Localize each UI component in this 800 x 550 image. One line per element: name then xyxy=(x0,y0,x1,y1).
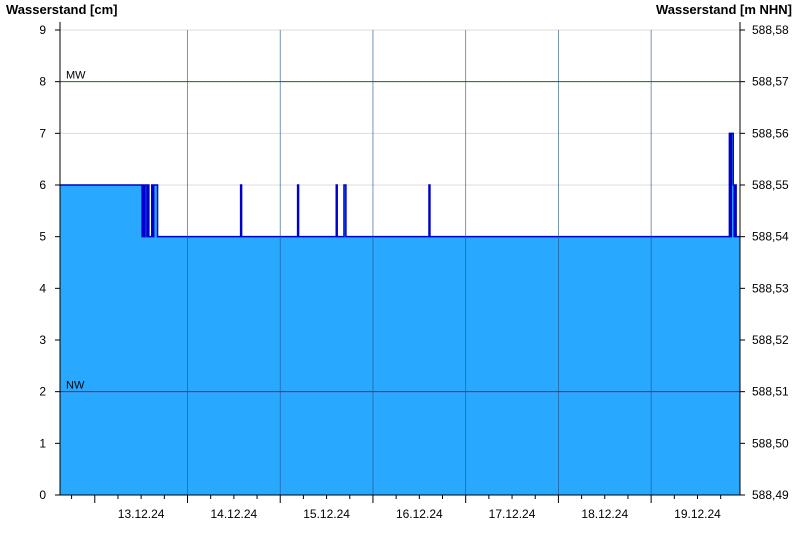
y-right-tick-label: 588,54 xyxy=(752,230,789,244)
y-left-tick-label: 6 xyxy=(39,178,46,192)
x-tick-label: 13.12.24 xyxy=(118,507,165,521)
y-right-tick-label: 588,49 xyxy=(752,488,789,502)
y-right-tick-label: 588,50 xyxy=(752,436,789,450)
x-tick-label: 15.12.24 xyxy=(303,507,350,521)
y-left-tick-label: 3 xyxy=(39,333,46,347)
y-left-tick-label: 1 xyxy=(39,436,46,450)
y-right-tick-label: 588,56 xyxy=(752,126,789,140)
y-left-tick-label: 2 xyxy=(39,385,46,399)
y-left-tick-label: 7 xyxy=(39,126,46,140)
x-tick-label: 19.12.24 xyxy=(674,507,721,521)
y-right-tick-label: 588,55 xyxy=(752,178,789,192)
reference-line-label: MW xyxy=(66,70,86,82)
reference-line-label: NW xyxy=(66,380,85,392)
x-tick-label: 18.12.24 xyxy=(581,507,628,521)
y-right-tick-label: 588,58 xyxy=(752,23,789,37)
x-tick-label: 16.12.24 xyxy=(396,507,443,521)
y-left-tick-label: 4 xyxy=(39,281,46,295)
y-right-tick-label: 588,53 xyxy=(752,281,789,295)
y-left-tick-label: 8 xyxy=(39,75,46,89)
water-level-area xyxy=(60,133,740,495)
x-tick-label: 17.12.24 xyxy=(489,507,536,521)
water-level-series xyxy=(60,132,740,495)
y-right-tick-label: 588,51 xyxy=(752,385,789,399)
y-left-tick-label: 0 xyxy=(39,488,46,502)
y-right-tick-label: 588,57 xyxy=(752,75,789,89)
x-tick-label: 14.12.24 xyxy=(211,507,258,521)
water-level-chart: MW NW 13.12.24 14.12.24 15.12.24 16.12.24 17.… xyxy=(39,22,789,521)
y-left-tick-label: 5 xyxy=(39,230,46,244)
y-left-tick-label: 9 xyxy=(39,23,46,37)
y-right-tick-label: 588,52 xyxy=(752,333,789,347)
